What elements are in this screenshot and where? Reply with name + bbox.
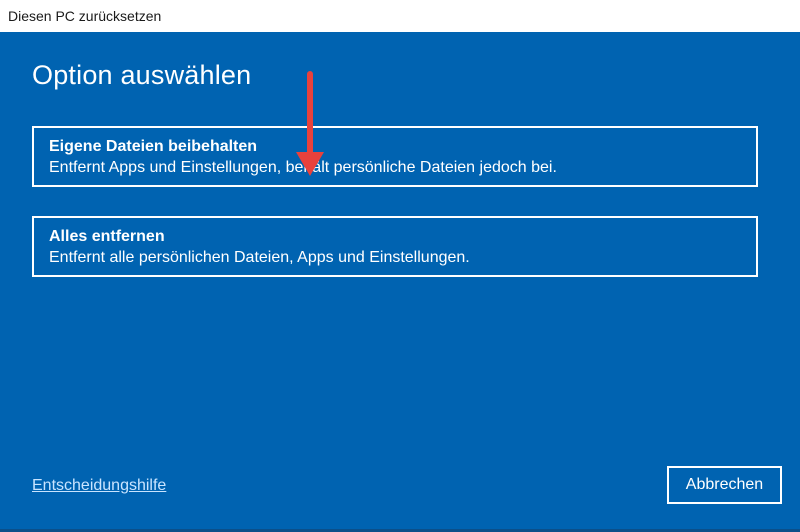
option-title: Alles entfernen [49, 228, 165, 245]
reset-pc-window: Diesen PC zurücksetzen Option auswählen … [0, 0, 800, 532]
cancel-button[interactable]: Abbrechen [667, 466, 782, 504]
option-description: Entfernt Apps und Einstellungen, behält … [49, 159, 557, 176]
content-panel: Option auswählen Eigene Dateien beibehal… [0, 32, 800, 532]
help-link[interactable]: Entscheidungshilfe [32, 477, 166, 495]
option-keep-files[interactable]: Eigene Dateien beibehalten Entfernt Apps… [32, 126, 758, 187]
option-title: Eigene Dateien beibehalten [49, 138, 258, 155]
option-description: Entfernt alle persönlichen Dateien, Apps… [49, 249, 470, 266]
window-title: Diesen PC zurücksetzen [8, 8, 162, 24]
page-title: Option auswählen [32, 60, 252, 90]
option-remove-everything[interactable]: Alles entfernen Entfernt alle persönlich… [32, 216, 758, 277]
title-bar: Diesen PC zurücksetzen [0, 0, 800, 32]
